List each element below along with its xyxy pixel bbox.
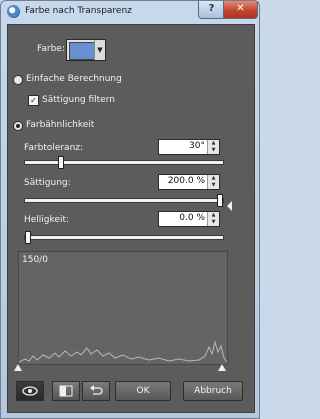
- help-button[interactable]: ?: [198, 1, 225, 19]
- saturation-stepper[interactable]: ▲ ▼: [207, 175, 219, 189]
- brightness-input[interactable]: 0.0 % ▲ ▼: [158, 211, 220, 227]
- title-bar[interactable]: Farbe nach Transparenz ? ✕: [1, 1, 259, 23]
- app-icon: [7, 5, 20, 18]
- saturation-input[interactable]: 200.0 % ▲ ▼: [158, 174, 220, 190]
- split-view-icon: [59, 385, 73, 397]
- histogram-left-marker[interactable]: [14, 364, 22, 371]
- brightness-stepper[interactable]: ▲ ▼: [207, 212, 219, 226]
- color-picker[interactable]: ▼: [66, 39, 106, 61]
- tolerance-slider-thumb[interactable]: [58, 156, 64, 169]
- tolerance-value: 30°: [189, 141, 205, 151]
- tolerance-slider[interactable]: [24, 156, 224, 169]
- brightness-value: 0.0 %: [179, 213, 205, 223]
- brightness-slider-thumb[interactable]: [25, 231, 31, 244]
- window-title: Farbe nach Transparenz: [25, 6, 132, 16]
- close-button[interactable]: ✕: [223, 1, 258, 19]
- content-panel: Farbe: ▼ Einfache Berechnung ✓ Sättigung…: [7, 24, 255, 413]
- compare-view-button[interactable]: [52, 381, 80, 401]
- saturation-filter-label: Sättigung filtern: [42, 95, 115, 105]
- cancel-button[interactable]: Abbruch: [183, 381, 243, 401]
- simple-calculation-label: Einfache Berechnung: [26, 74, 122, 84]
- color-similarity-label: Farbähnlichkeit: [26, 120, 95, 130]
- expand-arrow-icon[interactable]: [227, 201, 232, 211]
- color-label: Farbe:: [37, 44, 65, 54]
- preview-toggle-button[interactable]: [16, 381, 44, 401]
- tolerance-label: Farbtoleranz:: [24, 143, 84, 153]
- chevron-down-icon[interactable]: ▼: [94, 40, 105, 60]
- saturation-slider-thumb[interactable]: [217, 194, 223, 207]
- saturation-filter-checkbox[interactable]: ✓: [28, 95, 39, 106]
- saturation-label: Sättigung:: [24, 178, 71, 188]
- color-swatch: [69, 42, 95, 60]
- saturation-slider[interactable]: [24, 194, 224, 207]
- saturation-value: 200.0 %: [167, 176, 205, 186]
- brightness-label: Helligkeit:: [24, 215, 70, 225]
- histogram-right-marker[interactable]: [218, 364, 226, 371]
- brightness-slider[interactable]: [24, 231, 224, 244]
- ok-button[interactable]: OK: [115, 381, 171, 401]
- tolerance-input[interactable]: 30° ▲ ▼: [158, 139, 220, 155]
- radio-color-similarity[interactable]: [13, 121, 23, 131]
- eye-icon: [22, 386, 38, 396]
- dialog-window: Farbe nach Transparenz ? ✕ Farbe: ▼ Einf…: [0, 0, 260, 419]
- tolerance-stepper[interactable]: ▲ ▼: [207, 140, 219, 154]
- histogram-graph: [19, 340, 227, 363]
- reset-button[interactable]: [82, 381, 110, 401]
- radio-simple-calculation[interactable]: [13, 75, 23, 85]
- undo-arrow-icon: [90, 385, 103, 395]
- histogram: 150/0: [18, 251, 228, 365]
